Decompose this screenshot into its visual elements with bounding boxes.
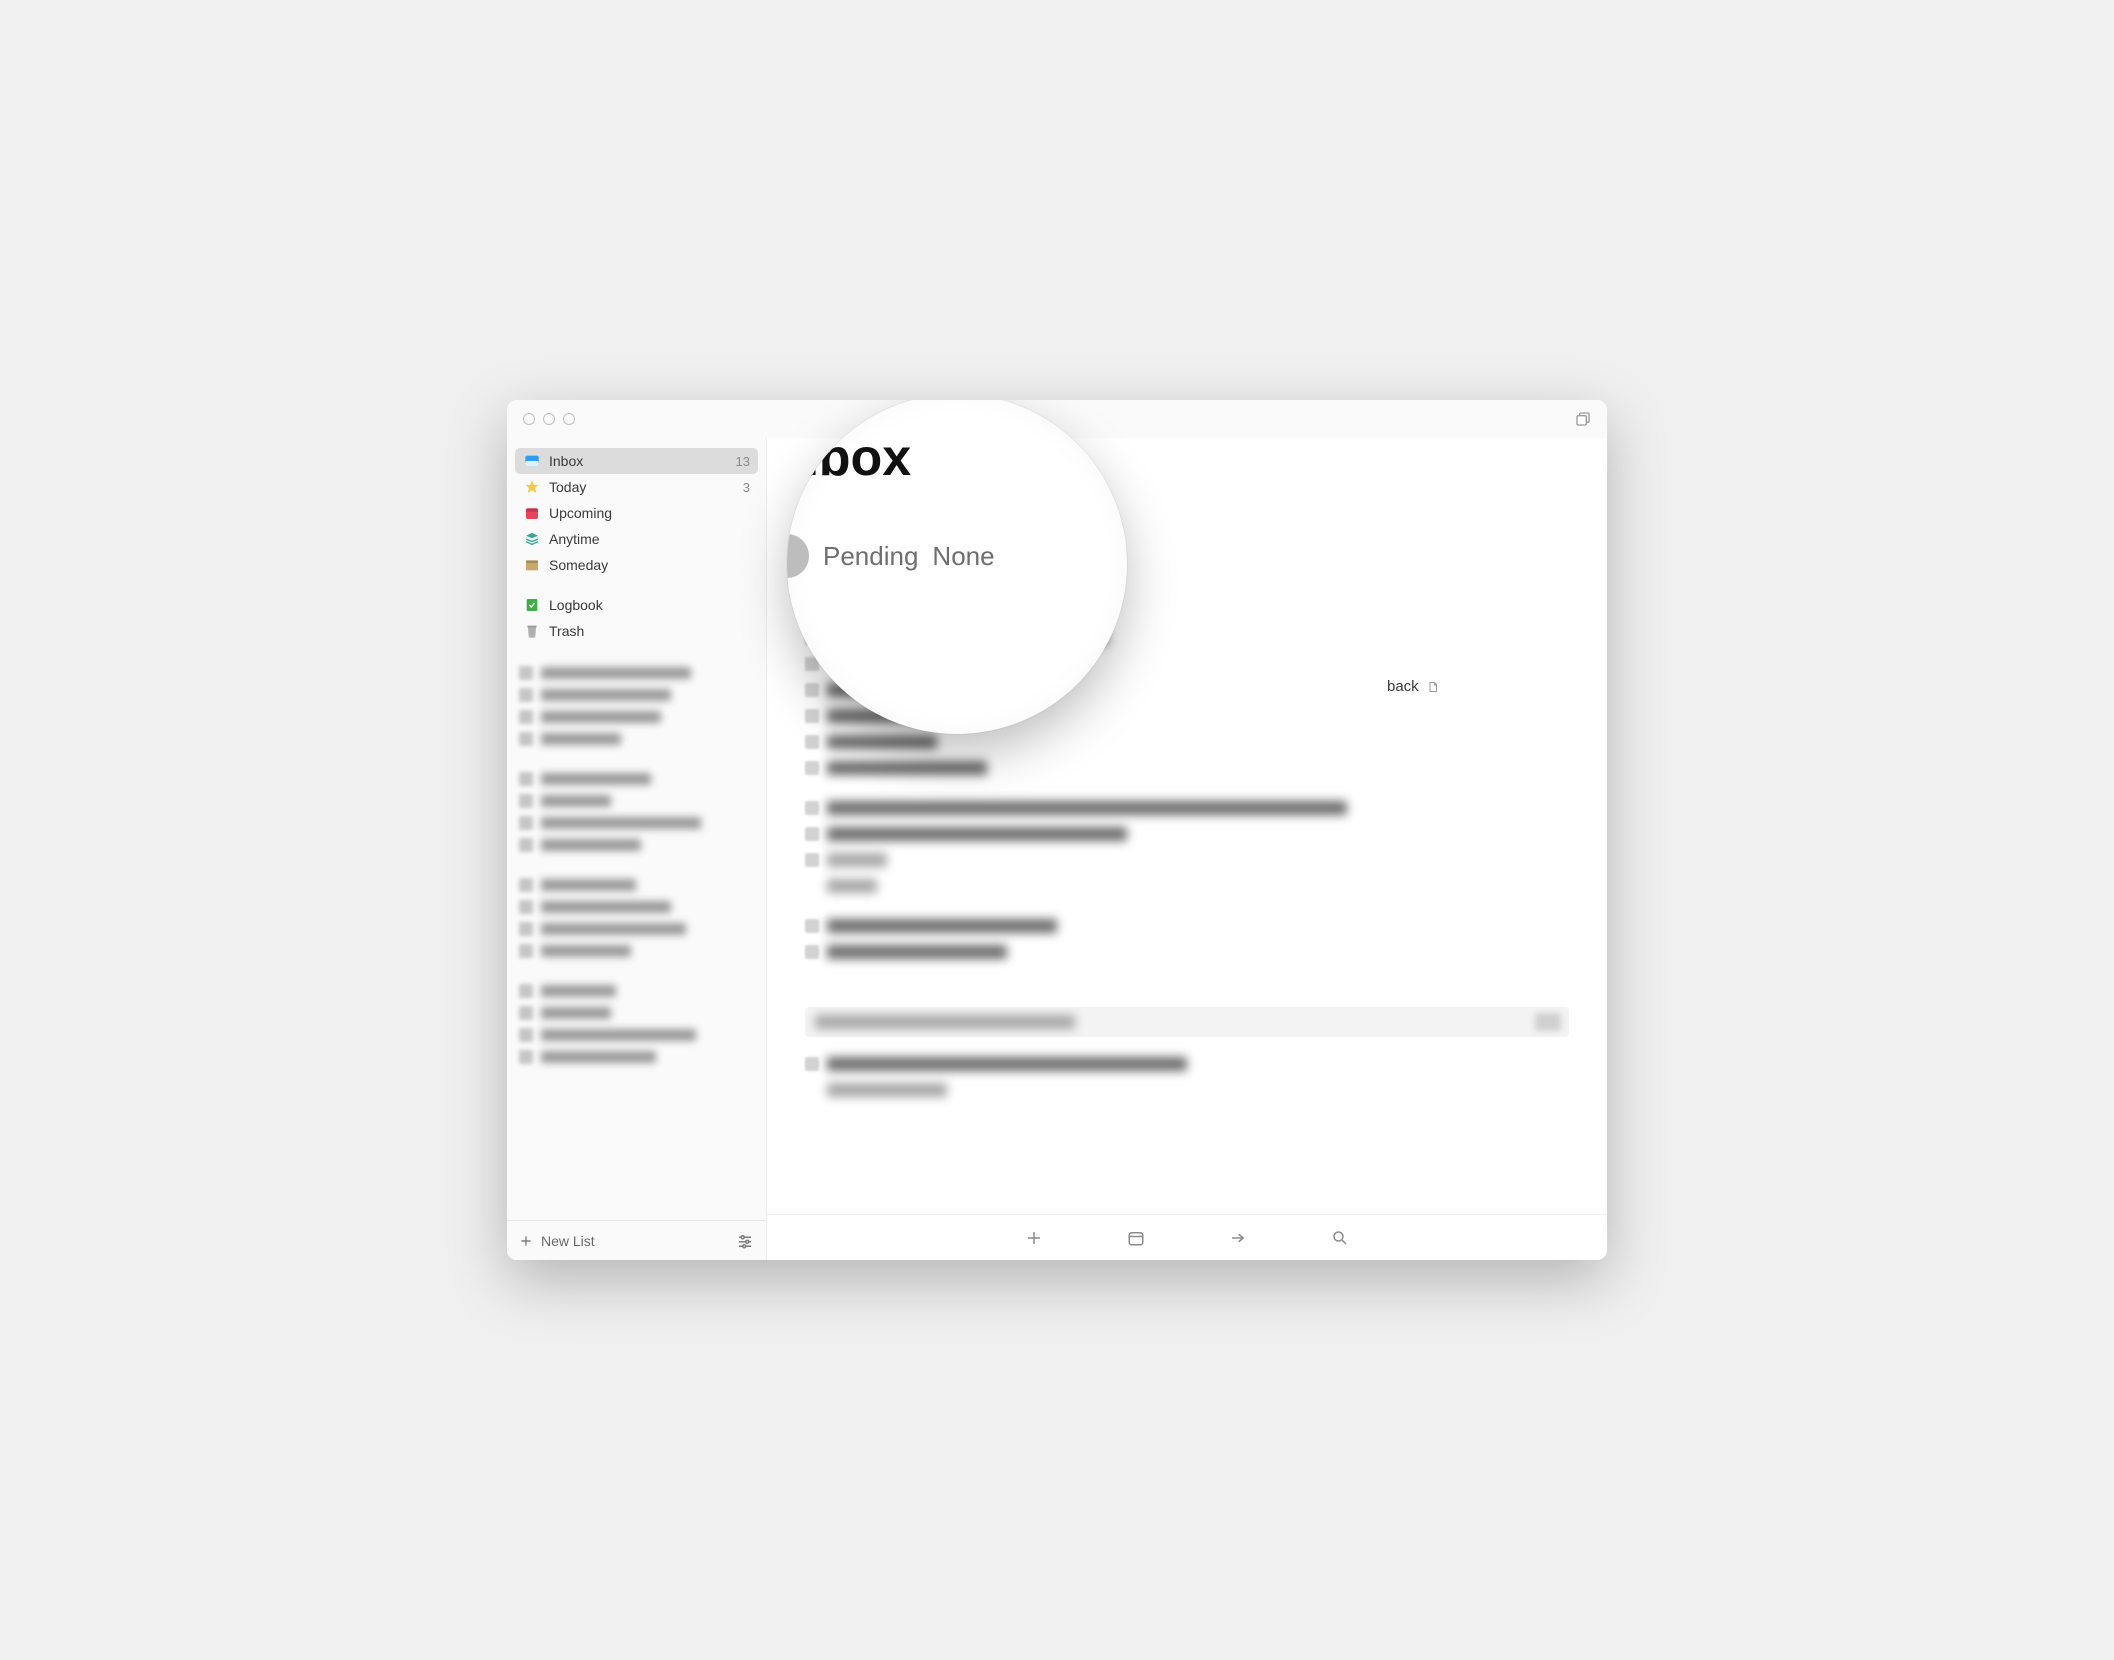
new-list-button[interactable]: New List [519, 1233, 595, 1249]
sidebar-item-label: Upcoming [549, 505, 750, 521]
sidebar-item-someday[interactable]: Someday [515, 552, 758, 578]
trash-icon [523, 622, 541, 640]
sidebar-item-label: Trash [549, 623, 750, 639]
task-row[interactable] [805, 757, 1569, 779]
sidebar-item-count: 3 [743, 480, 750, 495]
app-window: Inbox 13 Today 3 Upcoming [507, 400, 1607, 1260]
task-row[interactable] [805, 823, 1569, 845]
magnifier-overlay: nbox Pending None [787, 400, 1127, 734]
settings-icon[interactable] [736, 1232, 754, 1250]
task-row[interactable] [805, 731, 1569, 753]
search-button[interactable] [1329, 1227, 1351, 1249]
logbook-icon [523, 596, 541, 614]
sidebar-item-label: Logbook [549, 597, 750, 613]
sidebar-footer: New List [507, 1220, 766, 1260]
sidebar-area-group [515, 662, 758, 750]
star-icon [523, 478, 541, 496]
calendar-icon [523, 504, 541, 522]
sidebar-item-upcoming[interactable]: Upcoming [515, 500, 758, 526]
open-new-window-icon[interactable] [1575, 411, 1591, 427]
sidebar-item-label: Someday [549, 557, 750, 573]
filter-tab-none[interactable]: None [932, 541, 994, 572]
move-button[interactable] [1227, 1227, 1249, 1249]
sidebar-item-label: Anytime [549, 531, 750, 547]
inbox-icon [523, 452, 541, 470]
bottom-toolbar [767, 1214, 1607, 1260]
sidebar-item-label: Inbox [549, 453, 728, 469]
zoom-window-button[interactable] [563, 413, 575, 425]
task-title-fragment: back [1387, 678, 1419, 695]
new-list-label: New List [541, 1233, 595, 1249]
task-row[interactable] [805, 849, 1569, 871]
task-row-selected[interactable] [805, 1007, 1569, 1037]
tab-indicator-icon [787, 534, 809, 578]
sidebar-area-group [515, 874, 758, 962]
sidebar: Inbox 13 Today 3 Upcoming [507, 438, 767, 1260]
calendar-button[interactable] [1125, 1227, 1147, 1249]
sidebar-item-count: 13 [736, 454, 750, 469]
sidebar-area-group [515, 980, 758, 1068]
task-row[interactable] [805, 1079, 1569, 1101]
task-row[interactable] [805, 941, 1569, 963]
sidebar-item-logbook[interactable]: Logbook [515, 592, 758, 618]
stack-icon [523, 530, 541, 548]
archive-box-icon [523, 556, 541, 574]
task-row[interactable] [805, 875, 1569, 897]
minimize-window-button[interactable] [543, 413, 555, 425]
sidebar-item-today[interactable]: Today 3 [515, 474, 758, 500]
task-row[interactable] [805, 1053, 1569, 1075]
task-badge [1535, 1013, 1561, 1031]
task-row[interactable] [805, 797, 1569, 819]
sidebar-item-label: Today [549, 479, 735, 495]
sidebar-item-trash[interactable]: Trash [515, 618, 758, 644]
filter-tab-pending[interactable]: Pending [823, 541, 918, 572]
traffic-lights [523, 413, 575, 425]
sidebar-item-inbox[interactable]: Inbox 13 [515, 448, 758, 474]
note-icon [1427, 680, 1439, 694]
new-task-button[interactable] [1023, 1227, 1045, 1249]
close-window-button[interactable] [523, 413, 535, 425]
sidebar-item-anytime[interactable]: Anytime [515, 526, 758, 552]
sidebar-area-group [515, 768, 758, 856]
task-row[interactable]: back [1387, 678, 1439, 695]
task-row[interactable] [805, 915, 1569, 937]
